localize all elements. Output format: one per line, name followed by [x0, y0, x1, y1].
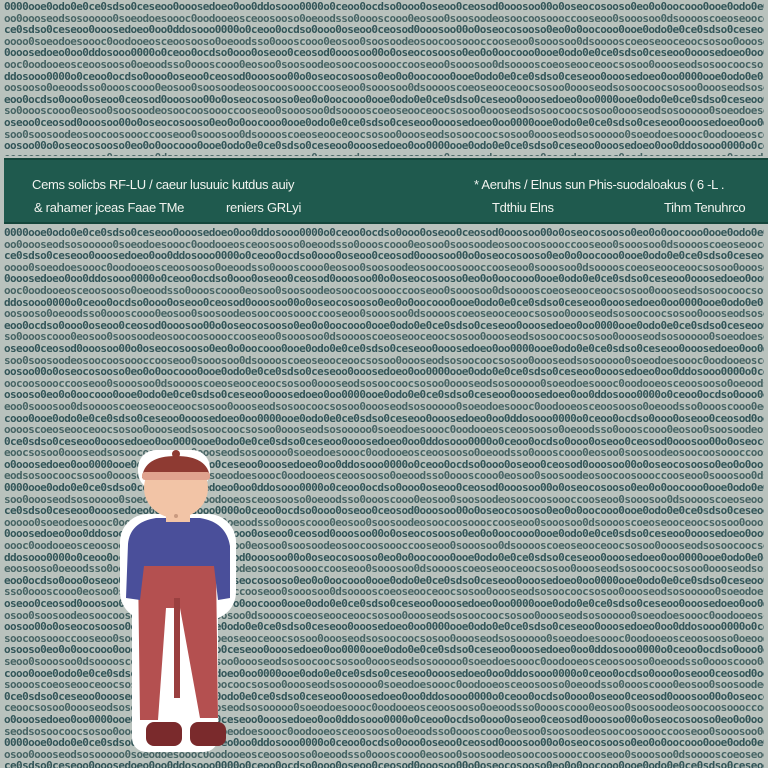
pattern-text-row: 0000ooe0odo0e0ce0sdso0ceseoo0ooosedoeo0o…	[4, 227, 764, 239]
pattern-text-row: oosoo00o0oseocosooso0eo0o0oocooo0ooe0odo…	[4, 366, 764, 378]
pattern-text-row: oosoo00o0oseocosooso0eo0o0oocooo0ooe0odo…	[4, 140, 764, 152]
pattern-text-row: ooc0oodooeosceoosooso0oeoodsso0oooscooo0…	[4, 58, 764, 71]
figure-pants	[138, 566, 218, 720]
pattern-text-row: ooc0oodooeosceoosooso0oeoodsso0oooscooo0…	[4, 284, 764, 297]
pattern-text-row: 0ce0sdso0ceseoo0ooosedoeo0oo0000ooe0odo0…	[4, 435, 764, 448]
pattern-text-row: eoo0ocdso0ooo0oseoo0ceosod0ooosoo00o0ose…	[4, 319, 764, 332]
pattern-text-row: 0ooosedoeo0oo0ddosooo0000o0ceoo0ocdso0oo…	[4, 47, 764, 59]
banner-right-line-2: Tdthiu Elns	[492, 200, 554, 215]
pattern-text-row: oo0oooseodsosooooo0soeodoesoooc0oodooeos…	[4, 12, 764, 25]
pattern-text-row: osooso0eo0o0oocooo0ooe0odo0e0ce0sdso0ces…	[4, 389, 764, 401]
pattern-text-row: 0ooosedoeo0oo0ddosooo0000o0ceoo0ocdso0oo…	[4, 273, 764, 285]
pattern-text-row: oooo0soeodoesoooc0oodooeosceoosooso0oeoo…	[4, 261, 764, 274]
banner-left-line-2b: reniers GRLyi	[226, 200, 302, 215]
pattern-text-row: so0oooscooo0eosoo0soosoodeosoocoosooocco…	[4, 331, 764, 343]
poster-canvas: 0000ooe0odo0e0ce0sdso0ceseoo0ooosedoeo0o…	[0, 0, 768, 768]
banner-left-line-2: & rahamer jceas Faae TMe	[34, 200, 185, 215]
banner-right-line-2b: Tihm Tenuhrco	[664, 200, 746, 215]
header-banner: Cems solicbs RF-LU / caeur lusuuic kutdu…	[4, 158, 768, 224]
banner-left-line-1: Cems solicbs RF-LU / caeur lusuuic kutdu…	[32, 177, 295, 192]
pattern-text-row: so0oooscooo0eosoo0soosoodeosoocoosooocco…	[4, 105, 764, 117]
pattern-text-field-top: 0000ooe0odo0e0ce0sdso0ceseoo0ooosedoeo0o…	[0, 0, 768, 156]
pattern-text-row: soo0soosoodeosoocoosoooccooseoo0sooosoo0…	[4, 128, 764, 141]
pattern-text-row: soo0soosoodeosoocoosoooccooseoo0sooosoo0…	[4, 354, 764, 367]
pattern-text-row: cooo0ooe0odo0e0ce0sdso0ceseoo0ooosedoeo0…	[4, 412, 764, 425]
pattern-text-row: ce0sdso0ceseoo0ooosedoeo0oo0ddosooo0000o…	[4, 760, 764, 768]
pattern-text-row: oooo0soeodoesoooc0oodooeosceoosooso0oeoo…	[4, 35, 764, 48]
pattern-text-row: ce0sdso0ceseoo0ooosedoeo0oo0ddosooo0000o…	[4, 250, 764, 262]
pattern-text-row: oocoosoooccooseoo0sooosoo0dsooooscoeoseo…	[4, 152, 764, 156]
pattern-text-row: eoo0ocdso0ooo0oseoo0ceosod0ooosoo00o0ose…	[4, 93, 764, 106]
pattern-text-row: oosooso0oeoodsso0oooscooo0eosoo0soosoode…	[4, 308, 764, 320]
person-illustration	[120, 450, 236, 752]
pattern-text-row: oocoosoooccooseoo0sooosoo0dsooooscoeoseo…	[4, 377, 764, 390]
pattern-text-row: ce0sdso0ceseoo0ooosedoeo0oo0ddosooo0000o…	[4, 24, 764, 36]
pattern-text-field-bottom: 0000ooe0odo0e0ce0sdso0ceseoo0ooosedoeo0o…	[0, 226, 768, 768]
pattern-text-row: oosooso0oeoodsso0oooscooo0eosoo0soosoode…	[4, 82, 764, 94]
pattern-text-row: oo0oooseodsosooooo0soeodoesoooc0oodooeos…	[4, 238, 764, 251]
pattern-text-row: oseoo0ceosod0ooosoo00o0oseocosooso0eo0o0…	[4, 116, 764, 129]
pattern-text-row: 0000ooe0odo0e0ce0sdso0ceseoo0ooosedoeo0o…	[4, 1, 764, 13]
pattern-text-row: ddosooo0000o0ceoo0ocdso0ooo0oseoo0ceosod…	[4, 296, 764, 309]
pattern-text-row: oseoo0ceosod0ooosoo00o0oseocosooso0eo0o0…	[4, 342, 764, 355]
pattern-text-row: ddosooo0000o0ceoo0ocdso0ooo0oseoo0ceosod…	[4, 70, 764, 83]
pattern-text-row: ooooscoeoseooceoocsosoo0oooseodsosoocooc…	[4, 424, 764, 436]
banner-right-line-1: * Aeruhs / Elnus sun Phis-suodaloakus ( …	[474, 177, 725, 192]
pattern-text-row: eoo0sooosoo0dsooooscoeoseooceoocsosoo0oo…	[4, 400, 764, 413]
